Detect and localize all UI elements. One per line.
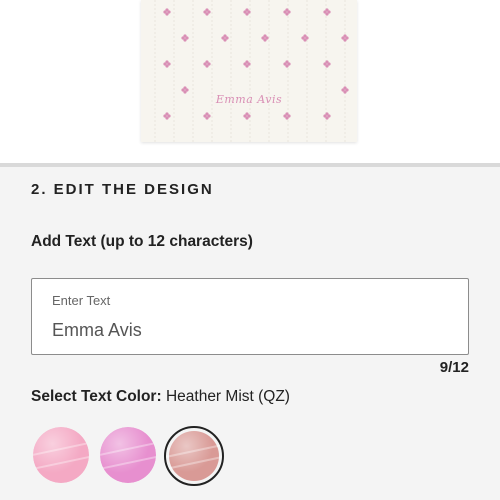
blanket-image: Emma Avis <box>141 0 357 142</box>
swatch-fill <box>100 427 156 483</box>
flower-motif <box>261 34 269 42</box>
text-field[interactable]: Enter Text <box>31 278 469 355</box>
swatch-fill <box>169 431 219 481</box>
flower-motif <box>163 112 171 120</box>
flower-motif <box>283 112 291 120</box>
text-color-label-prefix: Select Text Color: <box>31 388 162 405</box>
product-preview: Emma Avis <box>0 0 500 163</box>
swatch-fill <box>33 427 89 483</box>
color-swatch-heather-mist[interactable] <box>164 426 224 486</box>
flower-motif <box>323 112 331 120</box>
flower-motif <box>323 60 331 68</box>
color-swatch-light-pink[interactable] <box>33 427 89 483</box>
flower-motif <box>323 8 331 16</box>
flower-motif <box>221 34 229 42</box>
text-color-label: Select Text Color: Heather Mist (QZ) <box>31 388 290 406</box>
section-title: 2. EDIT THE DESIGN <box>31 181 214 198</box>
flower-motif <box>163 60 171 68</box>
character-count: 9/12 <box>439 359 469 376</box>
flower-motif <box>181 34 189 42</box>
text-field-label: Enter Text <box>52 293 111 308</box>
blanket-pattern <box>154 0 349 142</box>
flower-motif <box>203 60 211 68</box>
text-input[interactable] <box>52 317 452 343</box>
flower-motif <box>283 8 291 16</box>
edit-design-panel: 2. EDIT THE DESIGN Add Text (up to 12 ch… <box>0 163 500 500</box>
selected-color-name: Heather Mist (QZ) <box>165 388 290 405</box>
flower-motif <box>203 112 211 120</box>
monogram-preview: Emma Avis <box>215 93 283 106</box>
color-swatch-pink[interactable] <box>100 427 156 483</box>
flower-motif <box>163 8 171 16</box>
flower-motif <box>283 60 291 68</box>
flower-motif <box>203 8 211 16</box>
add-text-label: Add Text (up to 12 characters) <box>31 233 253 250</box>
flower-motif <box>301 34 309 42</box>
